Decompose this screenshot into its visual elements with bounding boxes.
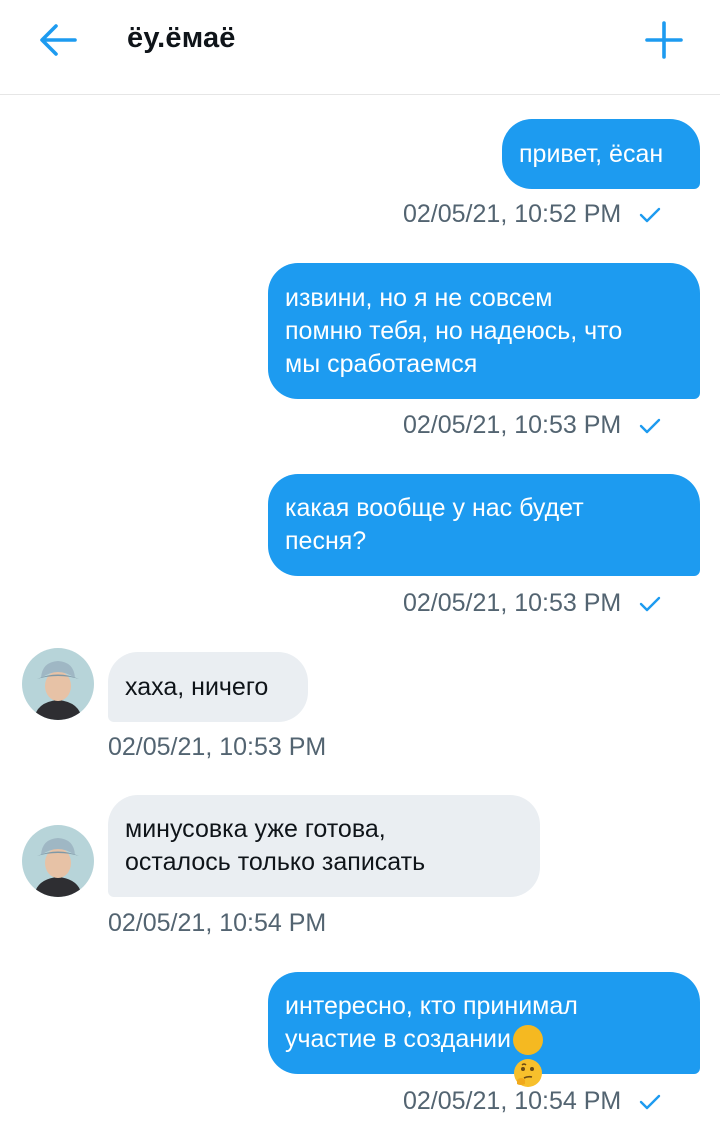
message-text: интересно, кто принимал участие в создан…: [285, 990, 578, 1088]
message-text: какая вообще у нас будет песня?: [285, 494, 584, 555]
message-bubble-outgoing[interactable]: извини, но я не совсем помню тебя, но на…: [268, 263, 700, 399]
avatar[interactable]: [22, 825, 94, 897]
message-timestamp: 02/05/21, 10:54 PM: [108, 909, 327, 937]
message-timestamp: 02/05/21, 10:53 PM: [403, 411, 622, 439]
check-icon: [640, 207, 661, 222]
message-bubble-incoming[interactable]: минусовка уже готова, осталось только за…: [108, 795, 540, 897]
plus-icon: [645, 21, 683, 59]
message-timestamp: 02/05/21, 10:52 PM: [403, 200, 622, 228]
user-avatar-icon: [22, 825, 94, 897]
chat-header: ёу.ёмаё: [0, 0, 720, 95]
message-text: извини, но я не совсем помню тебя, но на…: [285, 283, 623, 378]
thinking-face-icon: [512, 1025, 543, 1088]
message-timestamp: 02/05/21, 10:53 PM: [108, 733, 327, 761]
message-text: хаха, ничего: [125, 672, 269, 701]
message-meta: 02/05/21, 10:54 PM: [108, 909, 326, 938]
message-meta: 02/05/21, 10:53 PM: [403, 411, 661, 440]
message-timestamp: 02/05/21, 10:53 PM: [403, 589, 622, 617]
message-bubble-outgoing[interactable]: какая вообще у нас будет песня?: [268, 474, 700, 576]
message-text: привет, ёсан: [519, 139, 664, 168]
check-icon: [640, 418, 661, 433]
check-icon: [640, 1094, 661, 1109]
message-bubble-outgoing[interactable]: привет, ёсан: [502, 119, 700, 189]
message-meta: 02/05/21, 10:53 PM: [403, 589, 661, 618]
message-meta: 02/05/21, 10:52 PM: [403, 200, 661, 229]
user-avatar-icon: [22, 648, 94, 720]
arrow-left-icon: [40, 24, 77, 56]
message-meta: 02/05/21, 10:54 PM: [403, 1087, 661, 1116]
conversation-title: ёу.ёмаё: [127, 22, 236, 54]
add-button[interactable]: [636, 14, 692, 66]
message-meta: 02/05/21, 10:53 PM: [108, 733, 326, 762]
message-bubble-outgoing[interactable]: интересно, кто принимал участие в создан…: [268, 972, 700, 1088]
check-icon: [640, 596, 661, 611]
message-text: минусовка уже готова, осталось только за…: [125, 815, 426, 876]
avatar[interactable]: [22, 648, 94, 720]
message-bubble-incoming[interactable]: хаха, ничего: [108, 652, 308, 722]
message-timestamp: 02/05/21, 10:54 PM: [403, 1087, 622, 1115]
back-button[interactable]: [30, 18, 86, 62]
